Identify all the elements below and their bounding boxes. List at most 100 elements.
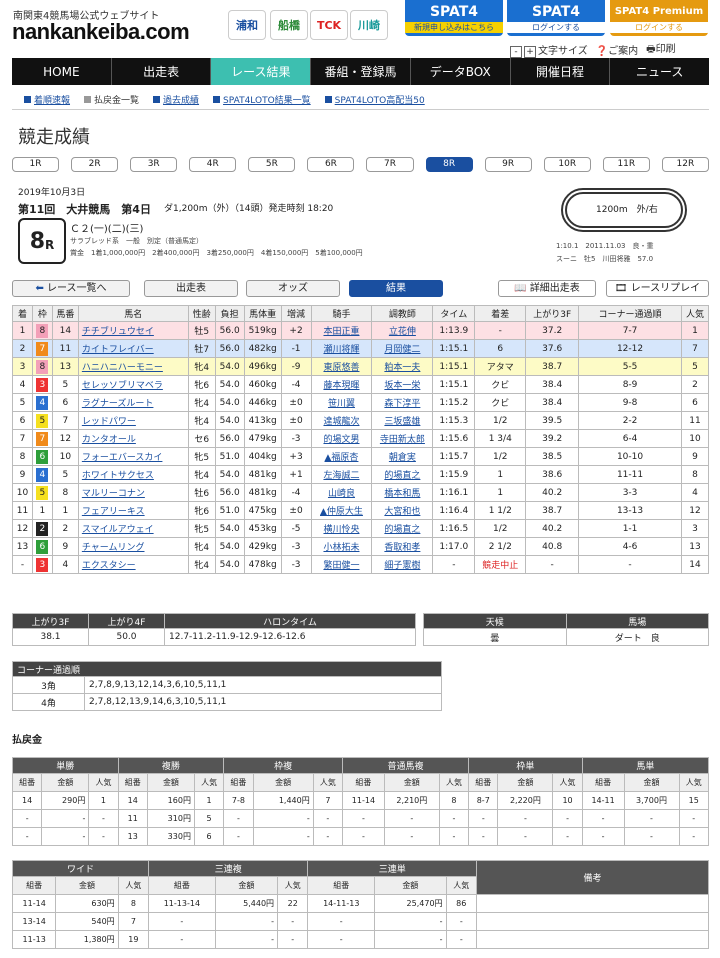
font-small-icon[interactable]: - bbox=[510, 45, 522, 58]
font-large-icon[interactable]: + bbox=[524, 45, 536, 58]
race-replay-button[interactable]: 🎞 レースリプレイ bbox=[606, 280, 709, 297]
horse-name-link[interactable]: ホワイトサクセス bbox=[77, 465, 189, 484]
spat4-signup-banner[interactable]: SPAT4 新規申し込みはこちら bbox=[405, 0, 503, 36]
trainer-link[interactable]: 森下淳平 bbox=[371, 393, 434, 412]
trainer-link[interactable]: 細子憲樹 bbox=[371, 555, 434, 574]
trainer-link[interactable]: 三坂盛雄 bbox=[371, 411, 434, 430]
payout-cell: 14 bbox=[117, 791, 148, 810]
trainer-link[interactable]: 坂本一栄 bbox=[371, 375, 434, 394]
horse-name-link[interactable]: フォーエバースカイ bbox=[77, 447, 189, 466]
jockey-link[interactable]: 左海誠二 bbox=[310, 465, 373, 484]
banner-title: SPAT4 Premium bbox=[614, 6, 704, 17]
horse-name-link[interactable]: チチブリュウセイ bbox=[77, 321, 189, 340]
horse-name-link[interactable]: レッドパワー bbox=[77, 411, 189, 430]
sex-age: 牡6 bbox=[187, 483, 216, 502]
trainer-link[interactable]: 朝倉実 bbox=[371, 447, 434, 466]
subnav-label: SPAT4LOTO結果一覧 bbox=[223, 96, 311, 106]
subnav-loto-high[interactable]: SPAT4LOTO高配当50 bbox=[324, 93, 425, 106]
subnav-speed-result[interactable]: 着順速報 bbox=[24, 93, 70, 106]
jockey-link[interactable]: 東原悠善 bbox=[310, 357, 373, 376]
payout-cell: - bbox=[342, 827, 385, 846]
trainer-link[interactable]: 粕本一夫 bbox=[371, 357, 434, 376]
jockey-link[interactable]: 本田正重 bbox=[310, 321, 373, 340]
subnav-payout-list: 払戻金一覧 bbox=[84, 93, 139, 106]
tck-logo-icon[interactable]: TCK bbox=[310, 10, 348, 40]
horse-name-link[interactable]: ハニハニハーモニー bbox=[77, 357, 189, 376]
race-tab[interactable]: 11R bbox=[602, 157, 650, 172]
nav-results[interactable]: レース結果 bbox=[211, 58, 312, 85]
horse-name-link[interactable]: フェアリーキス bbox=[77, 501, 189, 520]
result-button[interactable]: 結果 bbox=[349, 280, 443, 297]
trainer-link[interactable]: 立花伸 bbox=[371, 321, 434, 340]
horse-name-link[interactable]: マルリーコナン bbox=[77, 483, 189, 502]
margin: 1/2 bbox=[474, 519, 527, 538]
font-size-control[interactable]: - + 文字サイズ bbox=[510, 42, 588, 58]
race-tab-active[interactable]: 8R bbox=[425, 157, 473, 172]
race-tab[interactable]: 2R bbox=[71, 157, 119, 172]
subnav-past-results[interactable]: 過去成績 bbox=[153, 93, 199, 106]
horse-name-link[interactable]: カンタオール bbox=[77, 429, 189, 448]
urawa-logo-icon[interactable]: 浦和 bbox=[228, 10, 266, 40]
payout-cell: 330円 bbox=[146, 827, 195, 846]
race-tab[interactable]: 7R bbox=[366, 157, 414, 172]
margin: 1/2 bbox=[474, 447, 527, 466]
race-list-button[interactable]: ⬅ レース一覧へ bbox=[12, 280, 130, 297]
jockey-link[interactable]: 達城龍次 bbox=[310, 411, 373, 430]
payout-cell: - bbox=[497, 809, 554, 828]
print-link[interactable]: 🖶印刷 bbox=[646, 40, 675, 59]
subnav-loto-results[interactable]: SPAT4LOTO結果一覧 bbox=[213, 93, 311, 106]
jockey-link[interactable]: 小林拓未 bbox=[310, 537, 373, 556]
nav-program[interactable]: 番組・登録馬 bbox=[311, 58, 411, 85]
nav-schedule[interactable]: 開催日程 bbox=[511, 58, 611, 85]
corner-positions: 3-3 bbox=[578, 483, 682, 502]
race-tab[interactable]: 5R bbox=[248, 157, 296, 172]
trainer-link[interactable]: 月岡健二 bbox=[371, 339, 434, 358]
spat4-premium-banner[interactable]: SPAT4 Premium ログインする bbox=[610, 0, 708, 36]
odds-button[interactable]: オッズ bbox=[246, 280, 340, 297]
race-card-button[interactable]: 出走表 bbox=[144, 280, 238, 297]
jockey-link[interactable]: 横川怜央 bbox=[310, 519, 373, 538]
horse-name-link[interactable]: ラグナーズルート bbox=[77, 393, 189, 412]
carried-weight: 54.0 bbox=[214, 555, 245, 574]
trainer-link[interactable]: 的場直之 bbox=[371, 465, 434, 484]
trainer-link[interactable]: 寺田新太郎 bbox=[371, 429, 434, 448]
jockey-link[interactable]: 山崎良 bbox=[310, 483, 373, 502]
horse-name-link[interactable]: カイトフレイバー bbox=[77, 339, 189, 358]
trainer-link[interactable]: 香取和孝 bbox=[371, 537, 434, 556]
guide-link[interactable]: ❓ご案内 bbox=[596, 42, 638, 57]
race-tab[interactable]: 9R bbox=[484, 157, 532, 172]
race-tab[interactable]: 10R bbox=[543, 157, 591, 172]
race-tab[interactable]: 6R bbox=[307, 157, 355, 172]
payout-cell: - bbox=[383, 827, 440, 846]
race-tab[interactable]: 4R bbox=[189, 157, 237, 172]
trainer-link[interactable]: 橋本和馬 bbox=[371, 483, 434, 502]
race-tab[interactable]: 1R bbox=[12, 157, 60, 172]
trainer-link[interactable]: 的場直之 bbox=[371, 519, 434, 538]
horse-name-link[interactable]: スマイルアウェイ bbox=[77, 519, 189, 538]
jockey-link[interactable]: ▲福原杏 bbox=[310, 447, 373, 466]
kawasaki-logo-icon[interactable]: 川崎 bbox=[350, 10, 388, 40]
jockey-link[interactable]: 笹川翼 bbox=[310, 393, 373, 412]
trainer-link[interactable]: 大宮和也 bbox=[371, 501, 434, 520]
nav-entries[interactable]: 出走表 bbox=[112, 58, 212, 85]
race-tab[interactable]: 3R bbox=[130, 157, 178, 172]
detailed-card-button[interactable]: 📖 詳細出走表 bbox=[498, 280, 596, 297]
jockey-link[interactable]: 藤本現暉 bbox=[310, 375, 373, 394]
last-3f: 38.6 bbox=[525, 465, 580, 484]
jockey-link[interactable]: 的場文男 bbox=[310, 429, 373, 448]
spat4-login-banner[interactable]: SPAT4 ログインする bbox=[507, 0, 605, 36]
nav-databox[interactable]: データBOX bbox=[411, 58, 511, 85]
post-bracket: 1 bbox=[31, 501, 53, 520]
race-tab[interactable]: 12R bbox=[661, 157, 709, 172]
jockey-link[interactable]: 瀬川将輝 bbox=[310, 339, 373, 358]
jockey-link[interactable]: ▲仲原大生 bbox=[310, 501, 373, 520]
nav-news[interactable]: ニュース bbox=[610, 58, 709, 85]
horse-name-link[interactable]: チャームリング bbox=[77, 537, 189, 556]
nav-home[interactable]: HOME bbox=[12, 58, 112, 85]
jockey-link[interactable]: 繁田健一 bbox=[310, 555, 373, 574]
funabashi-logo-icon[interactable]: 船橋 bbox=[270, 10, 308, 40]
horse-name-link[interactable]: エクスタシー bbox=[77, 555, 189, 574]
horse-name-link[interactable]: セレッソブリマベラ bbox=[77, 375, 189, 394]
bracket-badge: 1 bbox=[36, 503, 49, 518]
site-logo[interactable]: nankankeiba.com bbox=[12, 19, 190, 45]
